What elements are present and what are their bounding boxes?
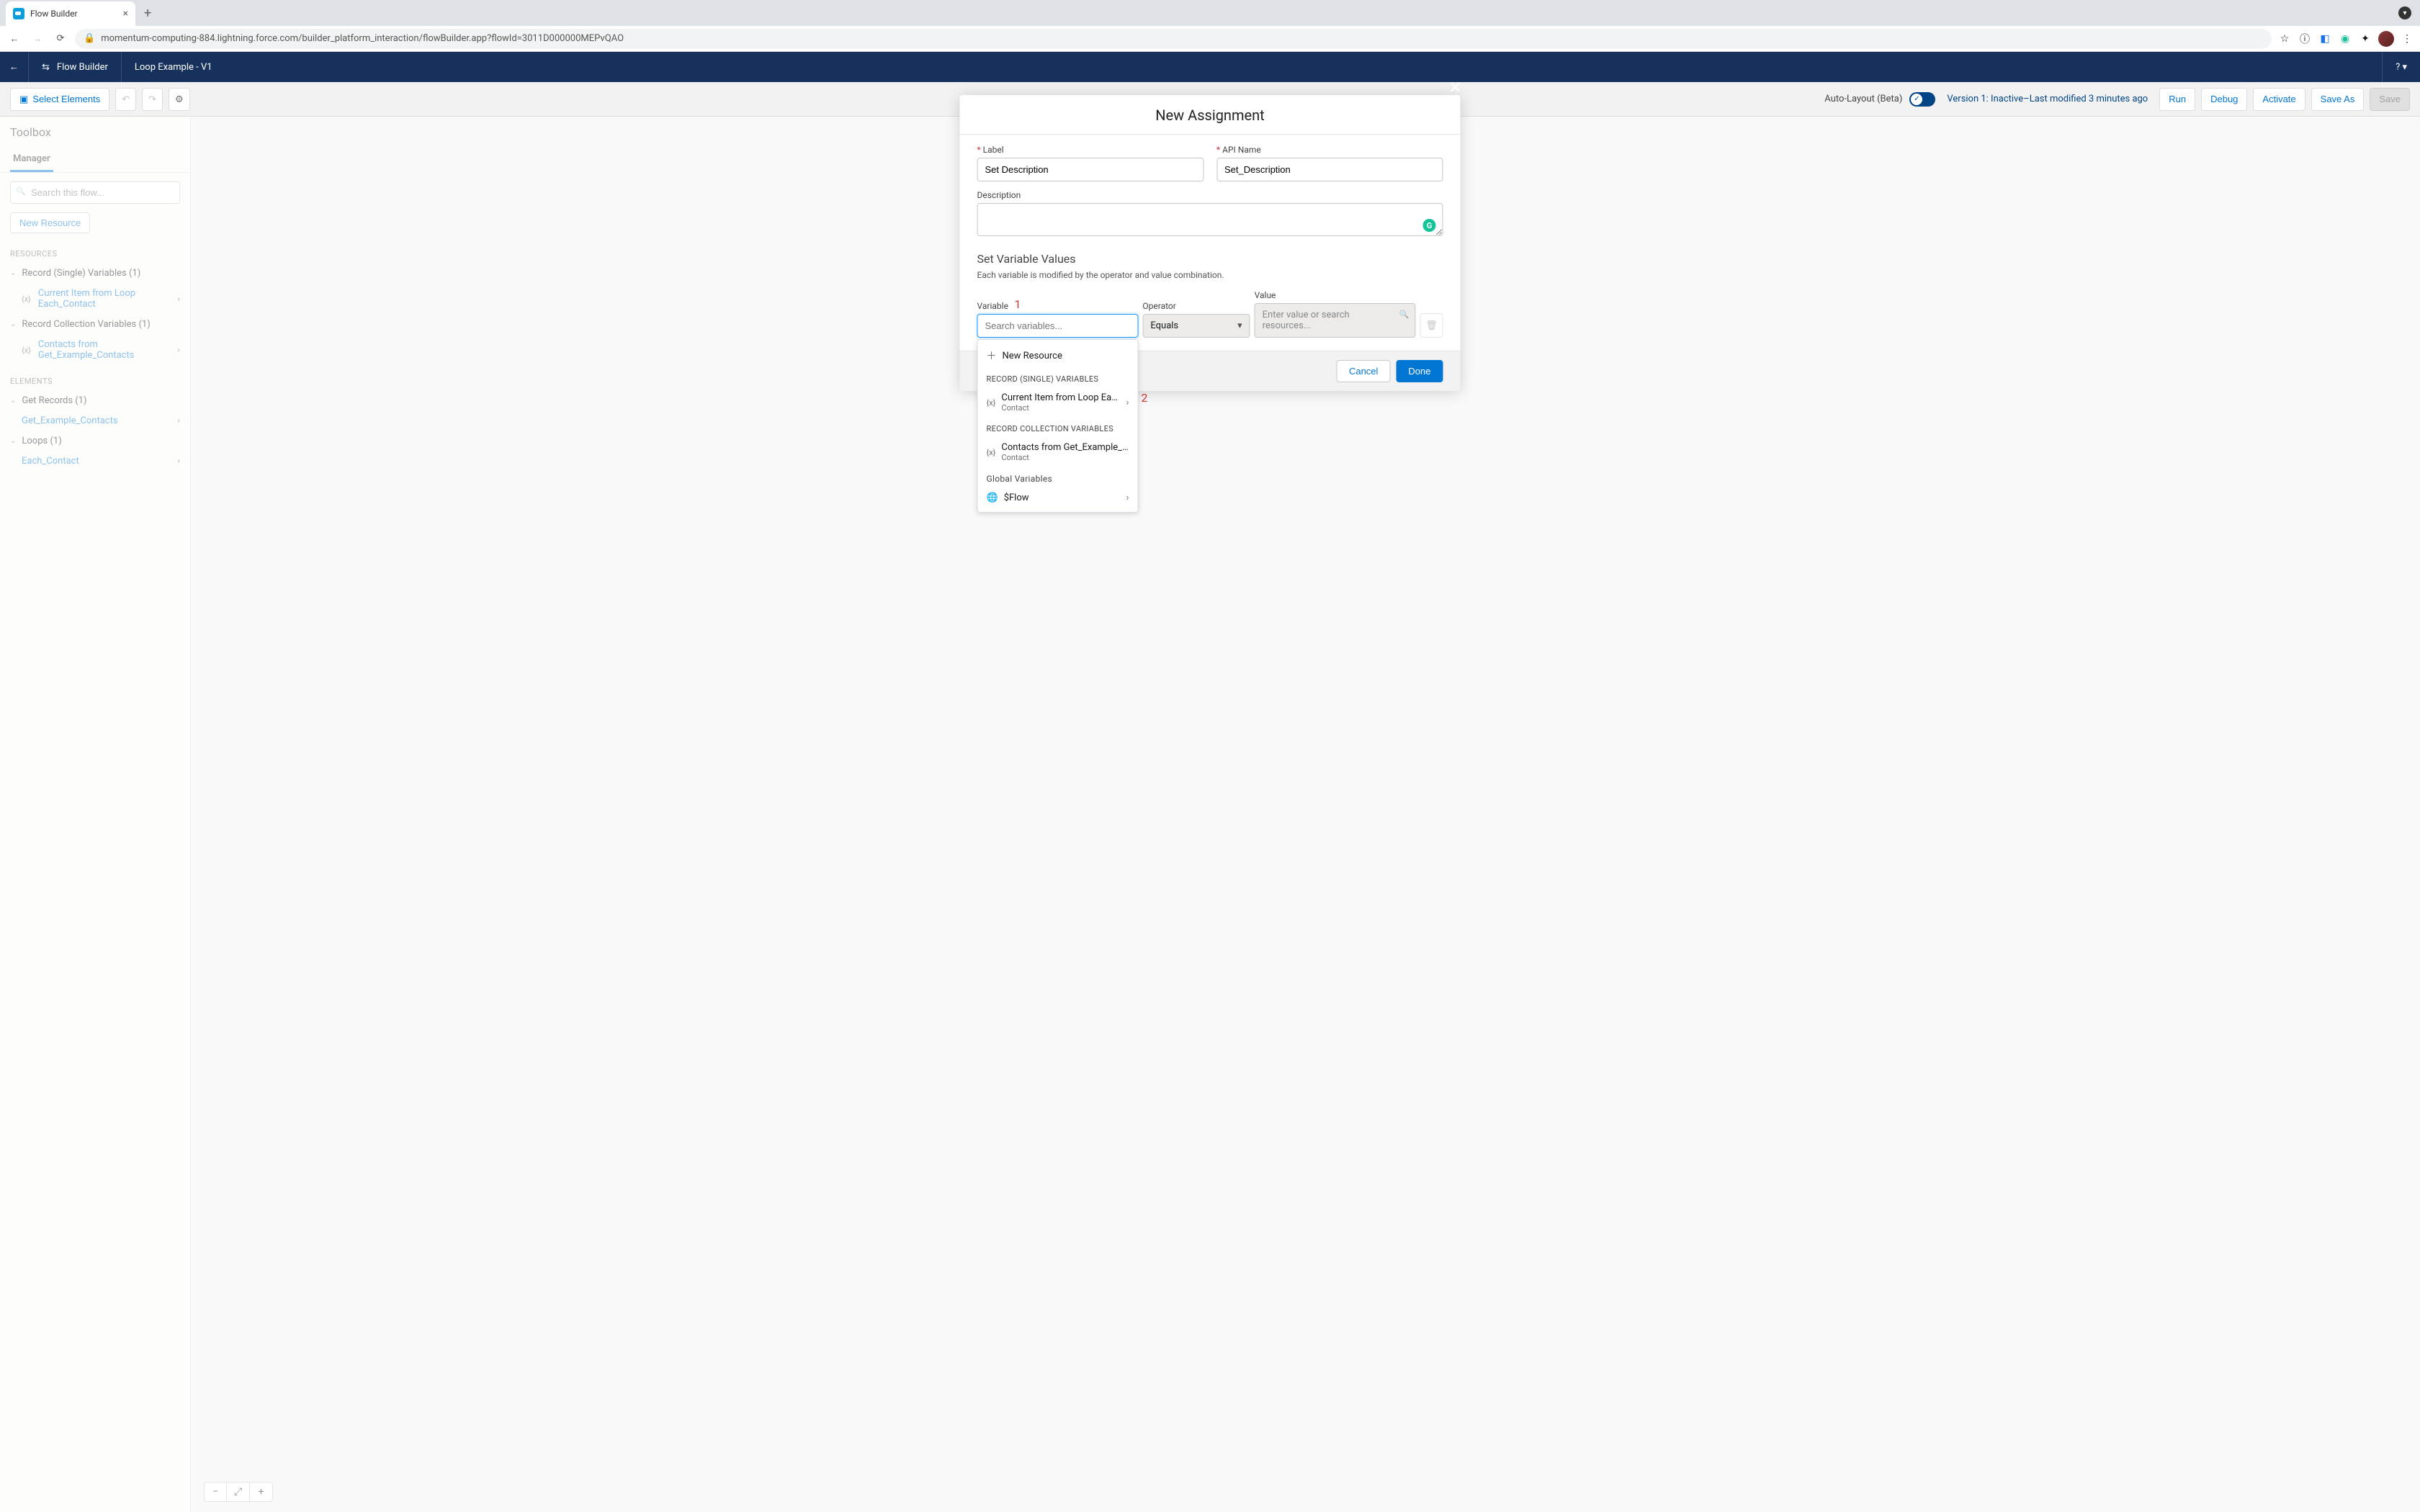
select-icon: ▣ xyxy=(19,94,28,105)
browser-chrome: Flow Builder × + ▾ ← → ⟳ 🔒 momentum-comp… xyxy=(0,0,2420,52)
close-tab-icon[interactable]: × xyxy=(123,8,128,19)
dropdown-item-contacts-from-get[interactable]: {x} Contacts from Get_Example_Contacts C… xyxy=(978,436,1138,468)
extension-icon-1[interactable]: ◧ xyxy=(2318,32,2332,46)
url-text: momentum-computing-884.lightning.force.c… xyxy=(101,33,624,44)
browser-tab[interactable]: Flow Builder × xyxy=(6,1,135,26)
window-profile-icon[interactable]: ▾ xyxy=(2398,6,2411,19)
variable-combobox: ＋ New Resource RECORD (SINGLE) VARIABLES… xyxy=(977,314,1139,338)
undo-button: ↶ xyxy=(115,88,136,111)
callout-2: 2 xyxy=(1141,391,1147,405)
lock-icon: 🔒 xyxy=(84,33,95,44)
globe-icon: 🌐 xyxy=(987,492,998,503)
set-variable-values-title: Set Variable Values xyxy=(977,252,1443,266)
chevron-right-icon: › xyxy=(1126,492,1129,503)
dropdown-new-resource[interactable]: ＋ New Resource xyxy=(978,343,1138,369)
settings-button[interactable]: ⚙ xyxy=(169,88,190,111)
cancel-button[interactable]: Cancel xyxy=(1337,360,1390,382)
variable-icon: {x} xyxy=(987,448,996,457)
dropdown-header-rcv: RECORD COLLECTION VARIABLES xyxy=(978,418,1138,436)
dropdown-item-current-item-loop[interactable]: {x} Current Item from Loop Each_Co... Co… xyxy=(978,387,1138,418)
description-textarea[interactable] xyxy=(977,203,1443,236)
app-header: ← ⇆ Flow Builder Loop Example - V1 ? ▾ xyxy=(0,52,2420,82)
auto-layout-toggle[interactable] xyxy=(1909,92,1935,107)
help-button[interactable]: ? ▾ xyxy=(2382,52,2420,82)
plus-icon: ＋ xyxy=(987,348,997,363)
set-variable-values-help: Each variable is modified by the operato… xyxy=(977,270,1443,280)
save-button: Save xyxy=(2370,88,2410,111)
tab-title: Flow Builder xyxy=(30,9,117,19)
forward-button: → xyxy=(29,30,46,48)
api-name-label: * API Name xyxy=(1216,145,1443,155)
app-back-button[interactable]: ← xyxy=(0,52,29,82)
debug-button[interactable]: Debug xyxy=(2201,88,2247,111)
grammarly-extension-icon[interactable]: ◉ xyxy=(2338,32,2352,46)
label-label: * Label xyxy=(977,145,1204,155)
activate-button[interactable]: Activate xyxy=(2253,88,2305,111)
star-icon[interactable]: ☆ xyxy=(2277,32,2292,46)
profile-avatar[interactable] xyxy=(2378,31,2394,47)
dropdown-header-global: Global Variables xyxy=(978,468,1138,487)
menu-icon[interactable]: ⋮ xyxy=(2400,32,2414,46)
label-input[interactable] xyxy=(977,158,1204,181)
app-title: Flow Builder xyxy=(57,62,108,73)
operator-select[interactable]: Equals xyxy=(1142,314,1250,338)
select-elements-button[interactable]: ▣ Select Elements xyxy=(10,88,109,111)
url-field[interactable]: 🔒 momentum-computing-884.lightning.force… xyxy=(75,29,2272,49)
variable-icon: {x} xyxy=(987,398,996,408)
value-column-label: Value xyxy=(1255,290,1416,300)
new-assignment-modal: ✕ New Assignment * Label * API Name Desc… xyxy=(960,95,1461,391)
new-tab-button[interactable]: + xyxy=(135,6,160,21)
assignment-row: Variable 1 ＋ New Resource RECORD (SINGLE… xyxy=(977,290,1443,338)
address-bar: ← → ⟳ 🔒 momentum-computing-884.lightning… xyxy=(0,26,2420,52)
flow-name: Loop Example - V1 xyxy=(122,62,225,73)
back-button[interactable]: ← xyxy=(6,30,23,48)
variable-search-input[interactable] xyxy=(977,314,1139,338)
grammarly-icon[interactable]: G xyxy=(1423,219,1436,232)
chevron-right-icon: › xyxy=(1126,397,1129,408)
run-button[interactable]: Run xyxy=(2159,88,2195,111)
delete-row-button: 🗑 xyxy=(1420,313,1443,338)
operator-column-label: Operator xyxy=(1142,301,1250,311)
api-name-input[interactable] xyxy=(1216,158,1443,181)
callout-1: 1 xyxy=(1015,297,1021,311)
redo-button: ↷ xyxy=(142,88,163,111)
auto-layout-toggle-group: Auto-Layout (Beta) xyxy=(1824,92,1935,107)
dropdown-header-rsv: RECORD (SINGLE) VARIABLES xyxy=(978,369,1138,387)
save-as-button[interactable]: Save As xyxy=(2311,88,2365,111)
modal-body: * Label * API Name Description G Set Var… xyxy=(960,135,1461,351)
modal-title: New Assignment xyxy=(960,95,1461,135)
value-input[interactable]: Enter value or search resources... xyxy=(1255,303,1416,338)
salesforce-favicon xyxy=(13,8,24,19)
modal-close-button[interactable]: ✕ xyxy=(1448,79,1461,97)
reload-button[interactable]: ⟳ xyxy=(52,30,69,48)
flow-builder-icon: ⇆ xyxy=(42,62,50,73)
auto-layout-label: Auto-Layout (Beta) xyxy=(1824,94,1902,104)
extensions-icon[interactable]: ✦ xyxy=(2358,32,2372,46)
dropdown-item-flow[interactable]: 🌐 $Flow › xyxy=(978,487,1138,509)
done-button[interactable]: Done xyxy=(1396,360,1443,382)
addr-icons: ☆ ⓘ ◧ ◉ ✦ ⋮ xyxy=(2277,31,2414,47)
version-status: Version 1: Inactive–Last modified 3 minu… xyxy=(1947,94,2148,104)
info-icon[interactable]: ⓘ xyxy=(2298,32,2312,46)
variable-column-label: Variable 1 xyxy=(977,301,1139,311)
description-label: Description xyxy=(977,190,1443,200)
app-title-section: ⇆ Flow Builder xyxy=(29,52,122,82)
tab-bar: Flow Builder × + ▾ xyxy=(0,0,2420,26)
variable-dropdown: ＋ New Resource RECORD (SINGLE) VARIABLES… xyxy=(977,339,1139,513)
